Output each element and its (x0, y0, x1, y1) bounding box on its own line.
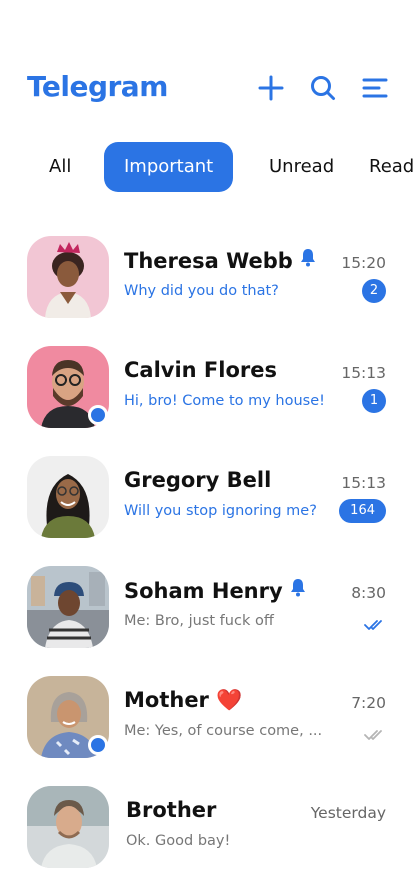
message-time: 7:20 (351, 694, 386, 712)
avatar (27, 566, 109, 648)
chat-row-gregory-bell[interactable]: Gregory Bell Will you stop ignoring me? … (0, 450, 414, 560)
message-time: 15:13 (341, 474, 386, 492)
tab-read[interactable]: Read (349, 142, 414, 192)
avatar (27, 236, 109, 318)
chat-name: Mother ❤️ (124, 688, 243, 712)
last-message: Why did you do that? (124, 283, 279, 299)
chat-name: Calvin Flores (124, 358, 277, 382)
tab-unread[interactable]: Unread (249, 142, 354, 192)
heart-emoji: ❤️ (216, 688, 243, 712)
last-message: Will you stop ignoring me? (124, 503, 317, 519)
chat-row-soham-henry[interactable]: Soham Henry Me: Bro, just fuck off 8:30 (0, 560, 414, 670)
filter-tabs: All Important Unread Read (0, 142, 414, 192)
avatar (27, 786, 109, 868)
last-message: Me: Bro, just fuck off (124, 613, 274, 629)
avatar (27, 456, 109, 538)
unread-badge: 1 (362, 389, 386, 413)
chat-row-theresa-webb[interactable]: Theresa Webb Why did you do that? 15:20 … (0, 230, 414, 340)
tab-important[interactable]: Important (104, 142, 234, 192)
chat-row-mother[interactable]: Mother ❤️ Me: Yes, of course come, ... 7… (0, 670, 414, 780)
tab-all[interactable]: All (29, 142, 91, 192)
chat-name: Theresa Webb (124, 248, 317, 273)
app-header: Telegram (0, 60, 414, 120)
unread-badge: 164 (339, 499, 386, 523)
mute-icon (289, 578, 307, 602)
search-icon[interactable] (309, 74, 337, 102)
chat-name: Gregory Bell (124, 468, 272, 492)
double-check-icon (364, 616, 386, 630)
message-time: 8:30 (351, 584, 386, 602)
last-message: Ok. Good bay! (126, 833, 231, 849)
online-indicator (88, 405, 108, 425)
unread-badge: 2 (362, 279, 386, 303)
mute-icon (299, 248, 317, 272)
double-check-icon (364, 726, 386, 740)
menu-icon[interactable] (361, 74, 389, 102)
last-message: Me: Yes, of course come, ... (124, 723, 323, 739)
message-time: Yesterday (310, 804, 386, 822)
chat-row-calvin-flores[interactable]: Calvin Flores Hi, bro! Come to my house!… (0, 340, 414, 450)
message-time: 15:20 (341, 254, 386, 272)
app-title: Telegram (27, 70, 168, 103)
chat-row-brother[interactable]: Brother Ok. Good bay! Yesterday (0, 780, 414, 890)
online-indicator (88, 735, 108, 755)
message-time: 15:13 (341, 364, 386, 382)
chat-name: Brother (126, 798, 217, 822)
last-message: Hi, bro! Come to my house! (124, 393, 325, 409)
plus-icon[interactable] (257, 74, 285, 102)
chat-name: Soham Henry (124, 578, 307, 603)
